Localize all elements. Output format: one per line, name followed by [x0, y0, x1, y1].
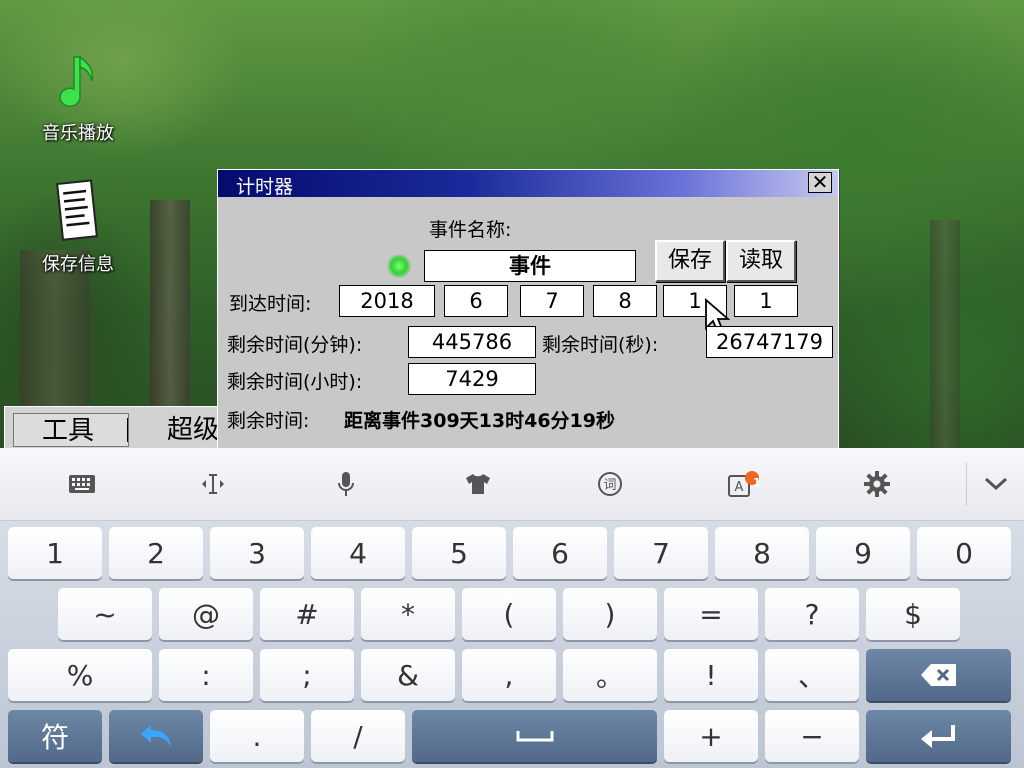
key-right-paren[interactable]: ) — [563, 588, 657, 640]
remaining-time-text: 距离事件309天13时46分19秒 — [344, 410, 615, 432]
key-asterisk[interactable]: * — [361, 588, 455, 640]
symbol-key[interactable]: 符 — [8, 710, 102, 762]
key-2[interactable]: 2 — [109, 527, 203, 579]
word-icon[interactable]: 词 — [590, 468, 630, 500]
key-exclamation[interactable]: ! — [664, 649, 758, 701]
key-tilde[interactable]: ~ — [58, 588, 152, 640]
taskbar-item-label: 超级 — [167, 415, 219, 445]
space-key[interactable] — [412, 710, 657, 762]
skin-shirt-icon[interactable] — [458, 468, 498, 500]
taskbar-item-tools[interactable]: 工具 — [13, 413, 129, 447]
key-plus[interactable]: + — [664, 710, 758, 762]
key-9[interactable]: 9 — [816, 527, 910, 579]
arrival-time-label: 到达时间: — [229, 293, 312, 315]
key-dot[interactable]: . — [210, 710, 304, 762]
event-name-input[interactable]: 事件 — [424, 250, 636, 282]
remaining-minutes-label: 剩余时间(分钟): — [227, 334, 363, 356]
keyboard-icon[interactable] — [62, 468, 102, 500]
dialog-titlebar[interactable]: 计时器 ✕ — [218, 170, 838, 198]
desktop-icon-music[interactable]: 音乐播放 — [30, 55, 126, 145]
enter-icon — [920, 725, 955, 748]
arrival-hour-input[interactable]: 8 — [593, 285, 657, 317]
divider — [127, 418, 128, 442]
key-semicolon[interactable]: ; — [260, 649, 354, 701]
desktop-icon-save-info[interactable]: 保存信息 — [30, 178, 126, 276]
space-icon — [516, 731, 553, 742]
taskbar: 工具 超级 — [4, 406, 220, 448]
arrival-year-input[interactable]: 2018 — [339, 285, 435, 317]
key-equals[interactable]: = — [664, 588, 758, 640]
back-key[interactable] — [109, 710, 203, 762]
key-enum-comma[interactable]: 、 — [765, 649, 859, 701]
backspace-icon — [920, 664, 956, 686]
taskbar-item-super[interactable]: 超级 — [167, 413, 219, 447]
save-button[interactable]: 保存 — [655, 240, 725, 282]
music-note-icon — [59, 55, 94, 107]
undo-arrow-icon — [141, 725, 171, 747]
status-led-icon — [387, 254, 411, 278]
event-name-label: 事件名称: — [429, 219, 512, 241]
key-colon[interactable]: : — [159, 649, 253, 701]
key-7[interactable]: 7 — [614, 527, 708, 579]
key-5[interactable]: 5 — [412, 527, 506, 579]
document-icon — [56, 179, 98, 241]
remaining-hours-field: 7429 — [408, 363, 536, 395]
arrival-second-input[interactable]: 1 — [734, 285, 798, 317]
notification-badge: 1 — [753, 476, 761, 489]
desktop-background: 音乐播放 保存信息 工具 超级 计时器 ✕ 事件名称: 事件 保存 读取 到达时… — [0, 0, 1024, 448]
enter-key[interactable] — [866, 710, 1011, 762]
close-icon: ✕ — [811, 170, 829, 194]
microphone-icon[interactable] — [326, 468, 366, 500]
collapse-icon[interactable] — [976, 468, 1016, 500]
key-at[interactable]: @ — [159, 588, 253, 640]
remaining-time-label: 剩余时间: — [227, 410, 310, 432]
remaining-seconds-field: 26747179 — [706, 326, 833, 358]
keyboard-toolbar: 词 A 1 — [0, 448, 1024, 521]
key-question[interactable]: ? — [765, 588, 859, 640]
remaining-minutes-field: 445786 — [408, 326, 536, 358]
key-ampersand[interactable]: & — [361, 649, 455, 701]
key-6[interactable]: 6 — [513, 527, 607, 579]
desktop-icon-label: 保存信息 — [42, 254, 114, 275]
backspace-button[interactable] — [866, 649, 1011, 701]
close-button[interactable]: ✕ — [808, 172, 832, 193]
key-slash[interactable]: / — [311, 710, 405, 762]
load-button[interactable]: 读取 — [726, 240, 796, 282]
key-1[interactable]: 1 — [8, 527, 102, 579]
dialog-title: 计时器 — [236, 176, 294, 198]
translate-icon[interactable]: A 1 — [724, 468, 764, 500]
tree-trunk — [930, 220, 960, 448]
key-left-paren[interactable]: ( — [462, 588, 556, 640]
key-dollar[interactable]: $ — [866, 588, 960, 640]
timer-dialog: 计时器 ✕ 事件名称: 事件 保存 读取 到达时间: 2018 6 7 8 1 … — [217, 169, 839, 448]
cursor-move-icon[interactable] — [193, 468, 233, 500]
remaining-seconds-label: 剩余时间(秒): — [542, 334, 659, 356]
key-comma[interactable]: , — [462, 649, 556, 701]
settings-icon[interactable] — [857, 468, 897, 500]
key-3[interactable]: 3 — [210, 527, 304, 579]
desktop-icon-label: 音乐播放 — [42, 123, 114, 144]
soft-keyboard: 1 2 3 4 5 6 7 8 9 0 ~ @ # * ( ) = ? $ % … — [0, 521, 1024, 768]
arrival-month-input[interactable]: 6 — [444, 285, 508, 317]
svg-text:A: A — [735, 480, 744, 495]
arrival-day-input[interactable]: 7 — [520, 285, 584, 317]
key-period-cn[interactable]: 。 — [563, 649, 657, 701]
key-minus[interactable]: − — [765, 710, 859, 762]
svg-text:词: 词 — [603, 478, 616, 493]
key-0[interactable]: 0 — [917, 527, 1011, 579]
key-8[interactable]: 8 — [715, 527, 809, 579]
key-hash[interactable]: # — [260, 588, 354, 640]
key-percent[interactable]: % — [8, 649, 152, 701]
remaining-hours-label: 剩余时间(小时): — [227, 371, 363, 393]
key-4[interactable]: 4 — [311, 527, 405, 579]
divider — [966, 462, 967, 506]
taskbar-item-label: 工具 — [42, 416, 95, 446]
